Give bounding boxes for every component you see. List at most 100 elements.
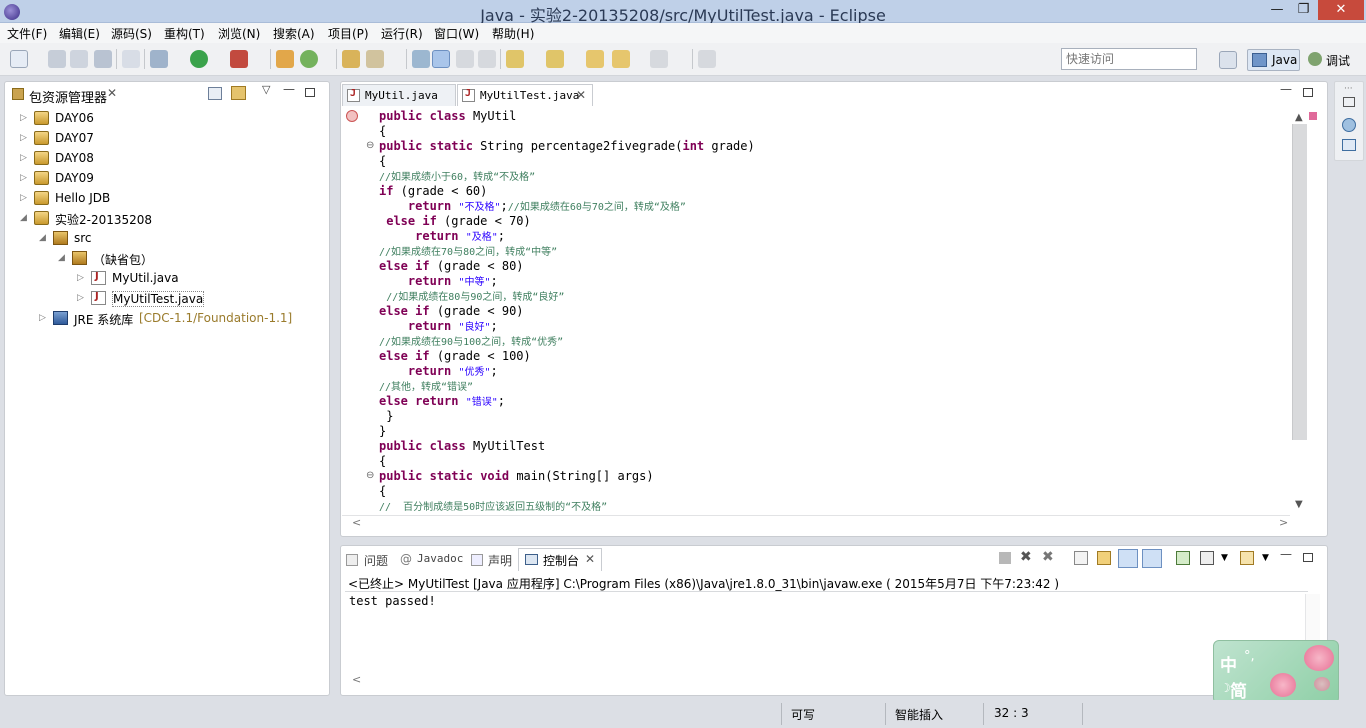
code-line[interactable]: //如果成绩在70与80之间，转成“中等” [379, 244, 1289, 259]
open-perspective-icon[interactable] [1219, 51, 1237, 69]
menu-run[interactable]: 运行(R) [381, 25, 423, 42]
maximize-button[interactable]: ❐ [1291, 0, 1316, 20]
code-editor[interactable]: public class MyUtil{public static String… [379, 109, 1289, 513]
minimize-view-icon[interactable]: — [283, 82, 295, 96]
restore-icon[interactable] [1343, 97, 1355, 107]
error-marker-icon[interactable] [346, 110, 358, 122]
expand-icon[interactable]: ▷ [20, 153, 27, 163]
menu-navigate[interactable]: 浏览(N) [218, 25, 260, 42]
expand-icon[interactable]: ▷ [39, 313, 46, 323]
debug-icon[interactable] [150, 50, 168, 68]
previous-annotation-icon[interactable] [546, 50, 564, 68]
task-list-icon[interactable] [1342, 139, 1356, 151]
dropdown-icon[interactable]: ▼ [1221, 553, 1228, 563]
code-line[interactable]: return "优秀"; [379, 364, 1289, 379]
code-line[interactable]: public class MyUtil [379, 109, 1289, 124]
expand-icon[interactable]: ▷ [77, 293, 84, 303]
block-selection-icon[interactable] [456, 50, 474, 68]
overview-error-marker[interactable] [1309, 112, 1317, 120]
tab-myutil-java[interactable]: MyUtil.java [342, 84, 456, 106]
remove-launch-icon[interactable]: ✖ [1020, 549, 1032, 565]
show-on-error-icon[interactable] [1142, 549, 1162, 568]
scroll-lock-icon[interactable] [1097, 551, 1111, 565]
search-icon[interactable] [366, 50, 384, 68]
back-icon[interactable] [612, 50, 630, 68]
code-line[interactable]: { [379, 154, 1289, 169]
highlight-icon[interactable] [432, 50, 450, 68]
terminate-icon[interactable] [999, 552, 1011, 564]
print-icon[interactable] [94, 50, 112, 68]
skip-breakpoints-icon[interactable] [122, 50, 140, 68]
tab-console[interactable]: 控制台 ✕ [518, 548, 602, 571]
view-menu-icon[interactable]: ▽ [262, 83, 270, 96]
outline-view-icon[interactable] [1342, 118, 1356, 132]
code-line[interactable]: return "及格"; [379, 229, 1289, 244]
fold-icon[interactable]: ⊖ [366, 140, 374, 151]
editor-vertical-scrollbar[interactable] [1292, 124, 1307, 440]
minimize-console-icon[interactable]: — [1280, 547, 1292, 561]
code-line[interactable]: else return "错误"; [379, 394, 1289, 409]
toggle-mark-occurrences-icon[interactable] [412, 50, 430, 68]
minimize-editor-icon[interactable]: — [1280, 82, 1292, 96]
code-line[interactable]: public static String percentage2fivegrad… [379, 139, 1289, 154]
pin-editor-icon[interactable] [698, 50, 716, 68]
fold-icon[interactable]: ⊖ [366, 470, 374, 481]
minimize-button[interactable]: — [1263, 0, 1291, 20]
next-annotation-icon[interactable] [506, 50, 524, 68]
code-line[interactable]: if (grade < 60) [379, 184, 1289, 199]
menu-window[interactable]: 窗口(W) [434, 25, 479, 42]
scroll-up-icon[interactable]: ▲ [1295, 112, 1303, 123]
forward-icon[interactable] [650, 50, 668, 68]
expand-icon[interactable]: ▷ [20, 113, 27, 123]
menu-search[interactable]: 搜索(A) [273, 25, 315, 42]
expand-icon[interactable]: ▷ [20, 193, 27, 203]
code-line[interactable]: } [379, 424, 1289, 439]
code-line[interactable]: } [379, 409, 1289, 424]
run-icon[interactable] [190, 50, 208, 68]
code-line[interactable]: // 百分制成绩是50时应该返回五级制的“不及格” [379, 499, 1289, 513]
code-line[interactable]: return "不及格";//如果成绩在60与70之间，转成“及格” [379, 199, 1289, 214]
collapse-icon[interactable]: ◢ [58, 253, 65, 263]
show-on-output-icon[interactable] [1118, 549, 1138, 568]
last-edit-icon[interactable] [586, 50, 604, 68]
code-line[interactable]: public static void main(String[] args) [379, 469, 1289, 484]
close-button[interactable]: ✕ [1318, 0, 1364, 20]
collapse-icon[interactable]: ◢ [20, 213, 27, 223]
code-line[interactable]: return "良好"; [379, 319, 1289, 334]
maximize-editor-icon[interactable] [1303, 88, 1313, 97]
scroll-down-icon[interactable]: ▼ [1295, 499, 1303, 510]
expand-icon[interactable]: ▷ [77, 273, 84, 283]
trim-menu-icon[interactable]: ··· [1344, 84, 1353, 94]
code-line[interactable]: return "中等"; [379, 274, 1289, 289]
run-external-icon[interactable] [230, 50, 248, 68]
save-icon[interactable] [48, 50, 66, 68]
menu-help[interactable]: 帮助(H) [492, 25, 534, 42]
code-line[interactable]: else if (grade < 80) [379, 259, 1289, 274]
perspective-java-button[interactable]: Java [1247, 49, 1300, 71]
quick-access-input[interactable] [1061, 48, 1197, 70]
clear-console-icon[interactable] [1074, 551, 1088, 565]
remove-all-icon[interactable]: ✖ [1042, 549, 1054, 565]
display-console-icon[interactable] [1200, 551, 1214, 565]
code-line[interactable]: { [379, 124, 1289, 139]
expand-icon[interactable]: ▷ [20, 133, 27, 143]
console-output[interactable]: test passed! [349, 594, 436, 608]
close-tab-icon[interactable]: ✕ [576, 88, 586, 102]
menu-refactor[interactable]: 重构(T) [164, 25, 205, 42]
code-line[interactable]: //如果成绩在80与90之间，转成“良好” [379, 289, 1289, 304]
dropdown-icon[interactable]: ▼ [1262, 553, 1269, 563]
menu-source[interactable]: 源码(S) [111, 25, 152, 42]
code-line[interactable]: else if (grade < 90) [379, 304, 1289, 319]
link-with-editor-icon[interactable] [231, 86, 246, 100]
menu-edit[interactable]: 编辑(E) [59, 25, 100, 42]
code-line[interactable]: { [379, 484, 1289, 499]
save-all-icon[interactable] [70, 50, 88, 68]
code-line[interactable]: { [379, 454, 1289, 469]
tab-myutiltest-java[interactable]: MyUtilTest.java ✕ [457, 84, 593, 106]
editor-horizontal-scrollbar[interactable]: < > [342, 515, 1290, 529]
collapse-all-icon[interactable] [208, 87, 222, 100]
code-line[interactable]: //如果成绩小于60，转成“不及格” [379, 169, 1289, 184]
code-line[interactable]: //其他，转成“错误” [379, 379, 1289, 394]
console-scroll-left-icon[interactable]: < [352, 673, 361, 686]
pin-console-icon[interactable] [1176, 551, 1190, 565]
